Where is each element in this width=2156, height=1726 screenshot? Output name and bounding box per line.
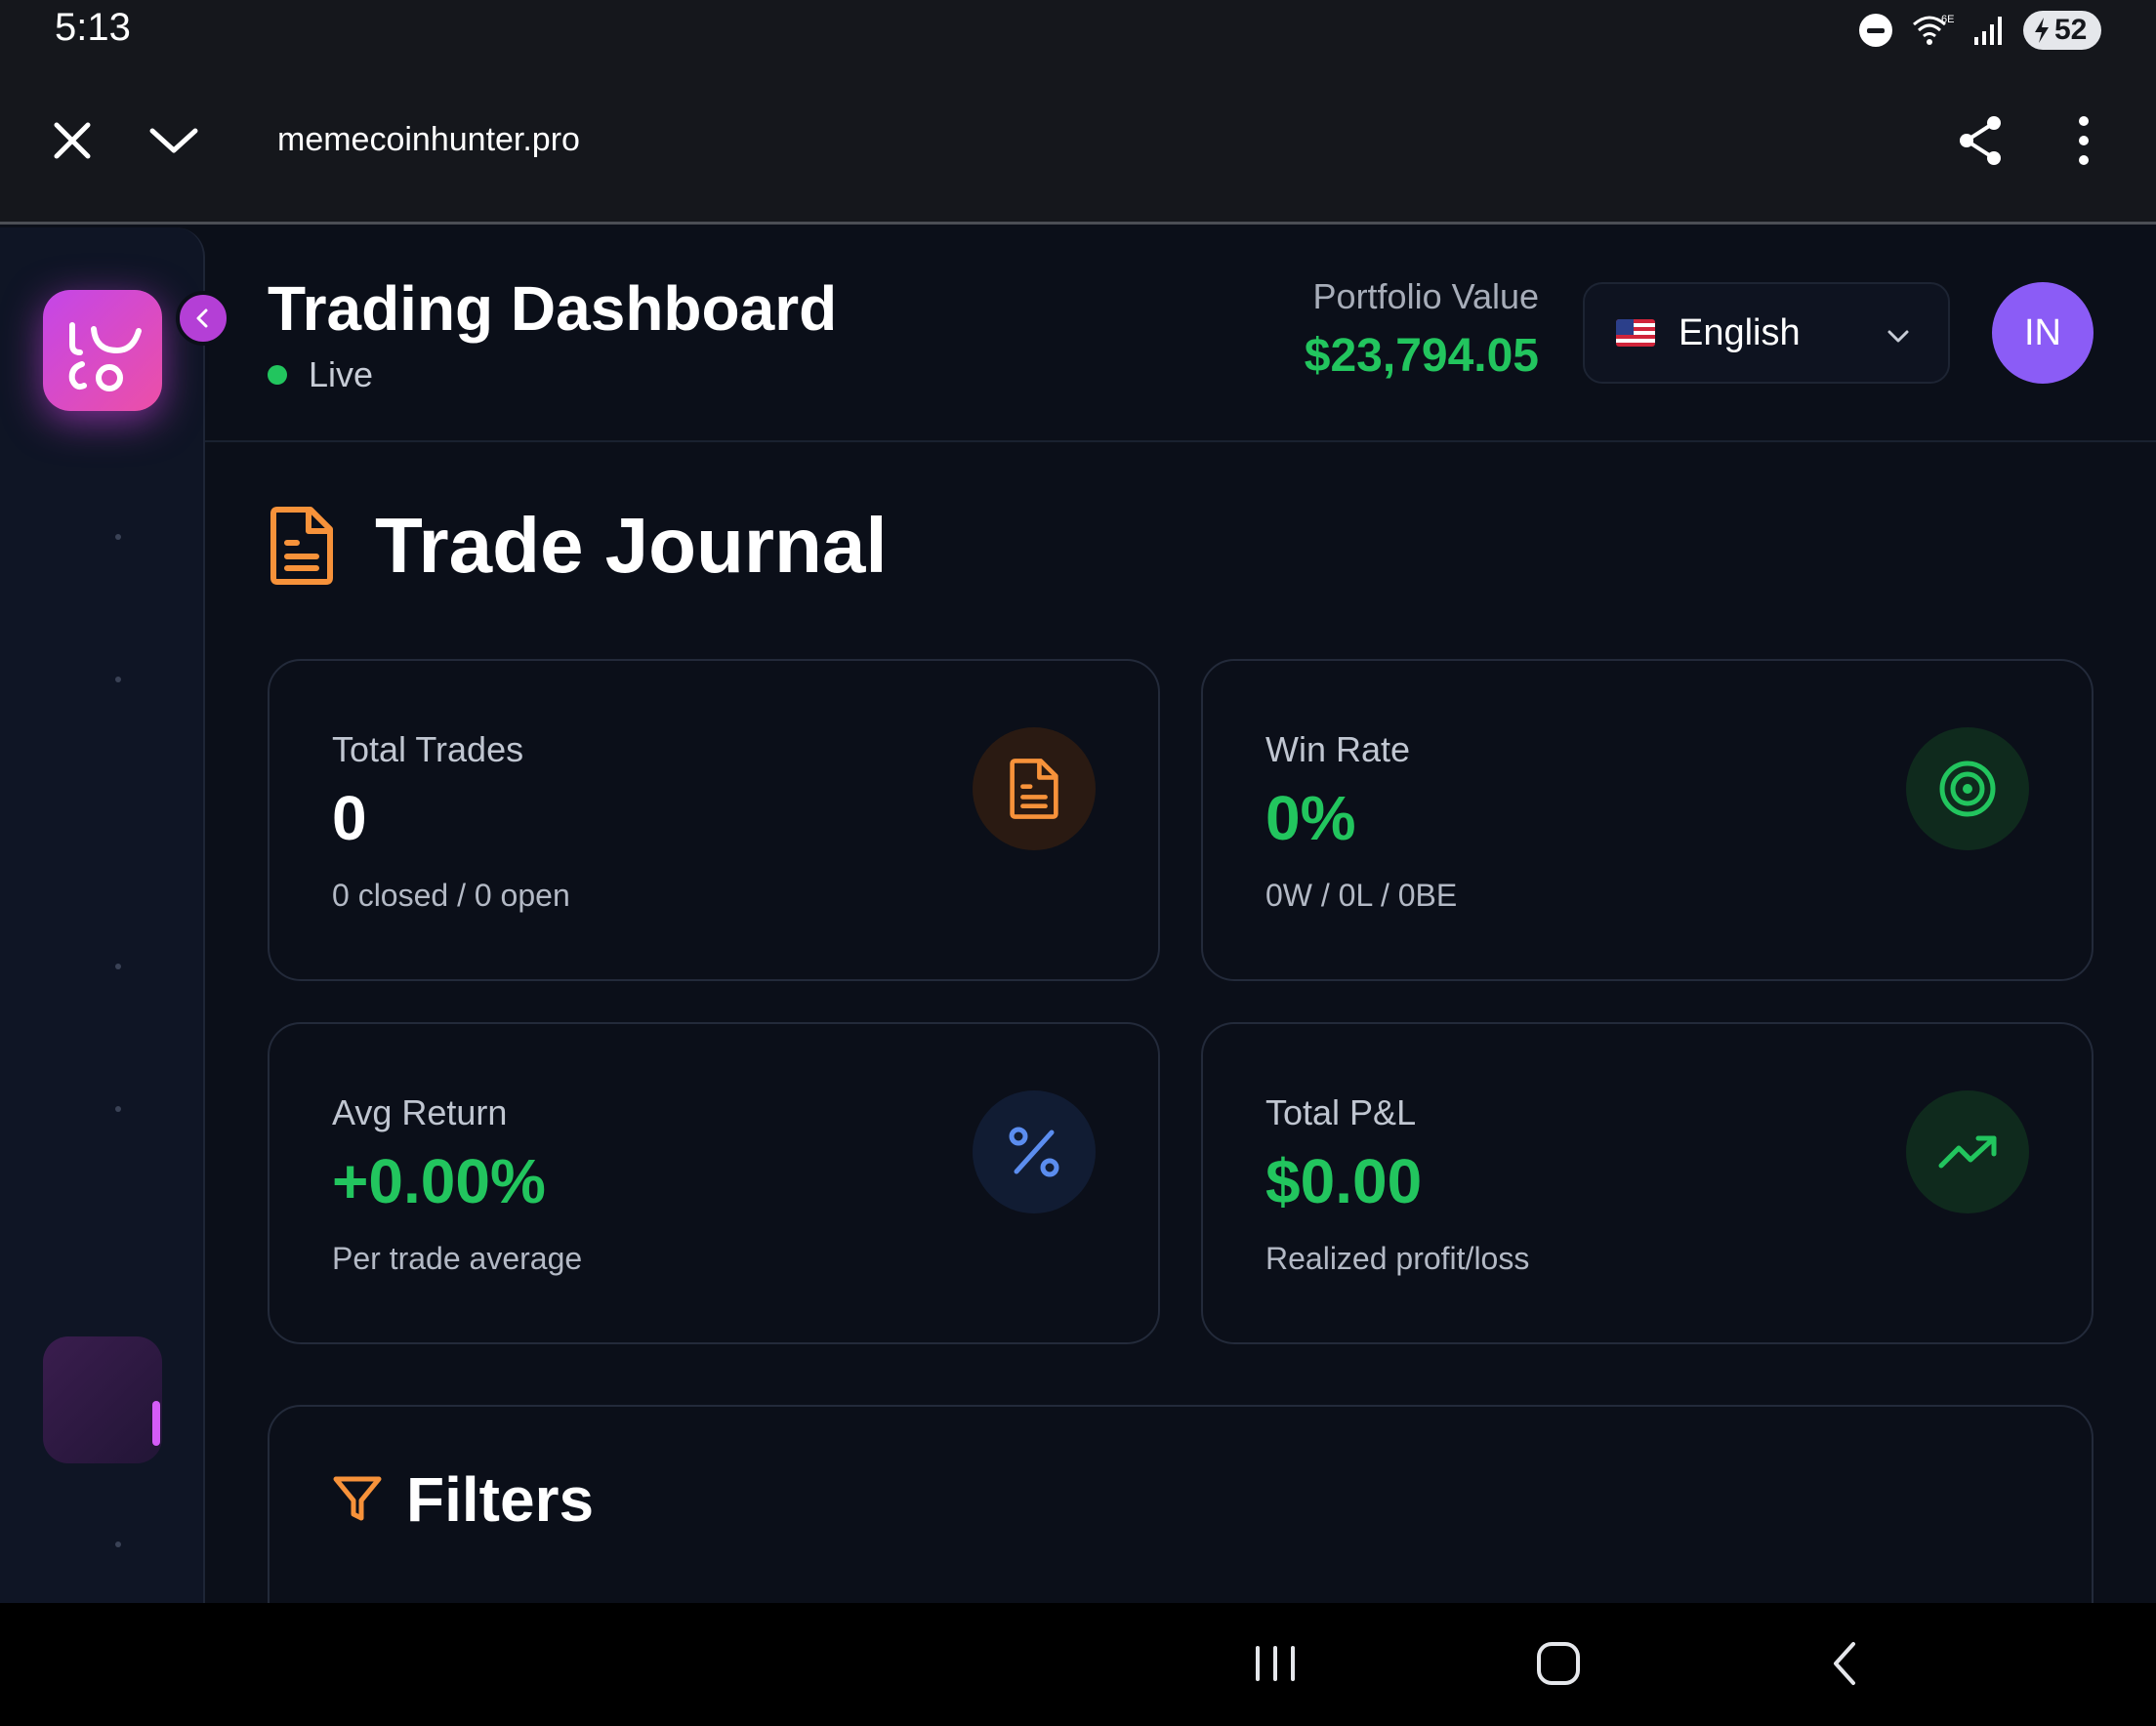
language-selector[interactable]: English [1583, 282, 1950, 384]
sidebar-item-active[interactable] [43, 1336, 162, 1463]
battery-level: 52 [2054, 14, 2088, 46]
sidebar-item[interactable] [115, 1106, 121, 1112]
share-icon[interactable] [1953, 113, 2008, 168]
trending-up-icon [1906, 1090, 2029, 1213]
do-not-disturb-icon [1859, 14, 1892, 47]
filters-title: Filters [406, 1464, 595, 1535]
charging-icon [2035, 18, 2049, 43]
stat-value: 0 [332, 783, 367, 853]
live-label: Live [309, 354, 374, 394]
stat-value: +0.00% [332, 1146, 546, 1216]
close-icon[interactable] [45, 113, 100, 168]
stat-label: Total Trades [332, 729, 524, 769]
user-avatar[interactable]: IN [1992, 282, 2094, 384]
stat-card-total-trades: Total Trades 0 0 closed / 0 open [268, 659, 1160, 981]
system-navigation-bar [0, 1603, 2156, 1726]
sidebar-item[interactable] [115, 1541, 121, 1547]
document-icon [270, 507, 333, 585]
url-bar[interactable]: memecoinhunter.pro [277, 121, 580, 159]
portfolio-value: $23,794.05 [1304, 330, 1539, 382]
live-indicator: Live [268, 354, 373, 395]
browser-toolbar: memecoinhunter.pro [0, 61, 2156, 225]
live-dot-icon [268, 365, 287, 385]
app-container: Trading Dashboard Live Portfolio Value $… [0, 227, 2156, 1603]
battery-indicator: 52 [2023, 11, 2101, 50]
percent-icon [973, 1090, 1096, 1213]
recent-apps-icon[interactable] [1244, 1632, 1306, 1695]
chevron-down-icon [1887, 330, 1909, 343]
filters-panel: Filters [268, 1405, 2094, 1603]
sidebar-item[interactable] [115, 677, 121, 682]
stat-label: Total P&L [1265, 1092, 1417, 1132]
target-icon [1906, 727, 2029, 850]
stat-subtext: Per trade average [332, 1241, 583, 1276]
filter-icon [333, 1476, 382, 1521]
status-bar: 5:13 6E 52 [0, 0, 2156, 61]
dashboard-header: Trading Dashboard Live Portfolio Value $… [205, 227, 2156, 442]
signal-icon [1974, 17, 2002, 45]
more-options-icon[interactable] [2056, 113, 2111, 168]
stat-subtext: 0 closed / 0 open [332, 878, 570, 913]
dashboard-title: Trading Dashboard [268, 273, 838, 344]
page-title: Trade Journal [375, 502, 888, 589]
app-logo[interactable] [43, 290, 162, 411]
stat-label: Win Rate [1265, 729, 1411, 769]
sidebar-item[interactable] [115, 964, 121, 969]
stat-subtext: Realized profit/loss [1265, 1241, 1530, 1276]
chevron-down-icon[interactable] [146, 113, 201, 168]
status-time: 5:13 [55, 6, 131, 49]
network-type: 6E [1941, 14, 1954, 25]
back-icon[interactable] [1814, 1632, 1877, 1695]
home-icon[interactable] [1527, 1632, 1590, 1695]
document-icon [973, 727, 1096, 850]
sidebar-item[interactable] [115, 534, 121, 540]
status-icons: 6E 52 [1859, 10, 2101, 51]
stat-card-total-pnl: Total P&L $0.00 Realized profit/loss [1201, 1022, 2094, 1344]
sidebar [0, 227, 205, 1603]
portfolio-value-label: Portfolio Value [1312, 276, 1539, 316]
wifi-icon: 6E [1913, 14, 1954, 45]
stat-value: 0% [1265, 783, 1356, 853]
stat-card-win-rate: Win Rate 0% 0W / 0L / 0BE [1201, 659, 2094, 981]
stat-value: $0.00 [1265, 1146, 1423, 1216]
filters-header: Filters [332, 1463, 594, 1536]
stat-subtext: 0W / 0L / 0BE [1265, 878, 1458, 913]
stat-label: Avg Return [332, 1092, 508, 1132]
page-header: Trade Journal [268, 501, 888, 591]
logo-mark-icon [68, 322, 142, 391]
stat-card-avg-return: Avg Return +0.00% Per trade average [268, 1022, 1160, 1344]
language-label: English [1679, 311, 1801, 353]
us-flag-icon [1616, 319, 1655, 347]
